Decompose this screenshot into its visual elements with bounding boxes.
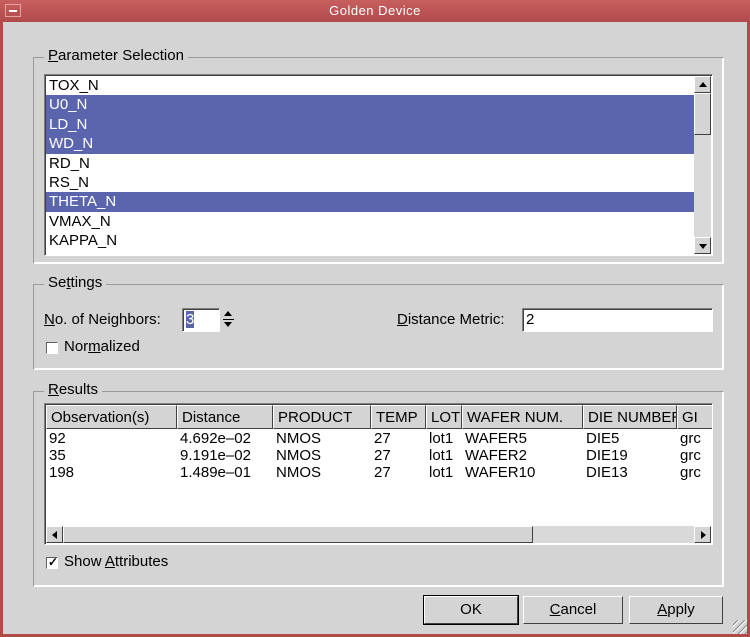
table-cell: grc [680, 464, 701, 481]
table-cell: 92 [49, 430, 66, 447]
table-cell: WAFER2 [465, 447, 527, 464]
show-attributes-checkbox[interactable]: ✓ [46, 555, 59, 569]
results-title: Results [44, 381, 103, 398]
table-cell: lot1 [429, 464, 454, 481]
table-cell: 1.489e–01 [180, 464, 251, 481]
horizontal-scroll-thumb[interactable] [63, 526, 533, 543]
table-cell: WAFER5 [465, 430, 527, 447]
column-header[interactable]: GI [677, 405, 712, 429]
column-header[interactable]: TEMP [371, 405, 426, 429]
table-cell: DIE5 [586, 430, 620, 447]
table-cell: grc [680, 430, 701, 447]
table-cell: lot1 [429, 430, 454, 447]
table-cell: 27 [374, 464, 391, 481]
spin-divider [223, 319, 234, 320]
results-table[interactable]: Observation(s) Distance PRODUCT TEMP LOT WAFE… [44, 403, 713, 545]
parameter-list-item[interactable]: LD_N [46, 114, 694, 135]
parameter-list-scrollbar[interactable] [694, 76, 711, 254]
table-cell: DIE19 [586, 447, 628, 464]
scroll-thumb[interactable] [694, 93, 711, 135]
table-cell: NMOS [276, 464, 321, 481]
show-attributes-label[interactable]: Show Attributes [64, 553, 168, 570]
table-cell: 9.191e–02 [180, 447, 251, 464]
table-cell: 27 [374, 430, 391, 447]
parameter-selection-title: Parameter Selection [44, 47, 188, 64]
arrow-up-icon [699, 82, 707, 87]
distance-metric-input[interactable]: 2 [522, 308, 713, 332]
distance-metric-label: Distance Metric: [397, 311, 505, 328]
parameter-list-items: TOX_N U0_N LD_N WD_N RD_N RS_N THETA_N VMAX_N KA… [46, 76, 694, 251]
arrow-right-icon [701, 531, 706, 539]
column-header[interactable]: Distance [177, 405, 273, 429]
normalized-label[interactable]: Normalized [64, 338, 140, 355]
table-cell: lot1 [429, 447, 454, 464]
parameter-list-item[interactable]: KAPPA_N [46, 231, 694, 250]
parameter-list-item[interactable]: RD_N [46, 154, 694, 173]
window-title: Golden Device [329, 3, 421, 18]
arrow-down-icon [699, 244, 707, 249]
parameter-list-item[interactable]: U0_N [46, 95, 694, 115]
title-bar[interactable]: Golden Device [0, 0, 750, 22]
scroll-left-button[interactable] [46, 526, 63, 543]
parameter-list-item[interactable]: THETA_N [46, 192, 694, 212]
settings-title: Settings [44, 274, 107, 291]
column-header[interactable]: LOT [426, 405, 462, 429]
table-cell: NMOS [276, 447, 321, 464]
parameter-list-item[interactable]: VMAX_N [46, 212, 694, 231]
table-cell: 198 [49, 464, 75, 481]
apply-button[interactable]: Apply [629, 596, 723, 624]
arrow-left-icon [52, 531, 57, 539]
parameter-list-item[interactable]: RS_N [46, 173, 694, 192]
normalized-checkbox[interactable] [46, 342, 58, 354]
neighbors-label: No. of Neighbors: [44, 311, 161, 328]
cancel-button[interactable]: Cancel [523, 596, 623, 624]
spin-up-icon[interactable] [224, 311, 232, 316]
column-header[interactable]: Observation(s) [46, 405, 177, 429]
neighbors-spinner[interactable] [220, 308, 238, 332]
check-mark-icon: ✓ [48, 555, 59, 569]
table-cell: WAFER10 [465, 464, 536, 481]
table-cell: DIE13 [586, 464, 628, 481]
parameter-list-item[interactable]: TOX_N [46, 76, 694, 95]
neighbors-input[interactable]: 3 [182, 308, 220, 332]
table-cell: 35 [49, 447, 66, 464]
results-horizontal-scrollbar[interactable] [46, 526, 711, 543]
spin-down-icon[interactable] [224, 322, 232, 327]
ok-button[interactable]: OK [424, 596, 518, 624]
column-header[interactable]: PRODUCT [273, 405, 371, 429]
parameter-list-item[interactable]: WD_N [46, 134, 694, 154]
scroll-right-button[interactable] [694, 526, 711, 543]
table-cell: NMOS [276, 430, 321, 447]
table-cell: 4.692e–02 [180, 430, 251, 447]
column-header[interactable]: WAFER NUM. [462, 405, 583, 429]
parameter-listbox[interactable]: TOX_N U0_N LD_N WD_N RD_N RS_N THETA_N VMAX_N KA… [44, 74, 713, 256]
scroll-up-button[interactable] [694, 76, 711, 93]
scroll-down-button[interactable] [694, 237, 711, 254]
table-cell: grc [680, 447, 701, 464]
table-cell: 27 [374, 447, 391, 464]
column-header[interactable]: DIE NUMBER [583, 405, 677, 429]
resize-grip-icon[interactable] [733, 620, 747, 634]
